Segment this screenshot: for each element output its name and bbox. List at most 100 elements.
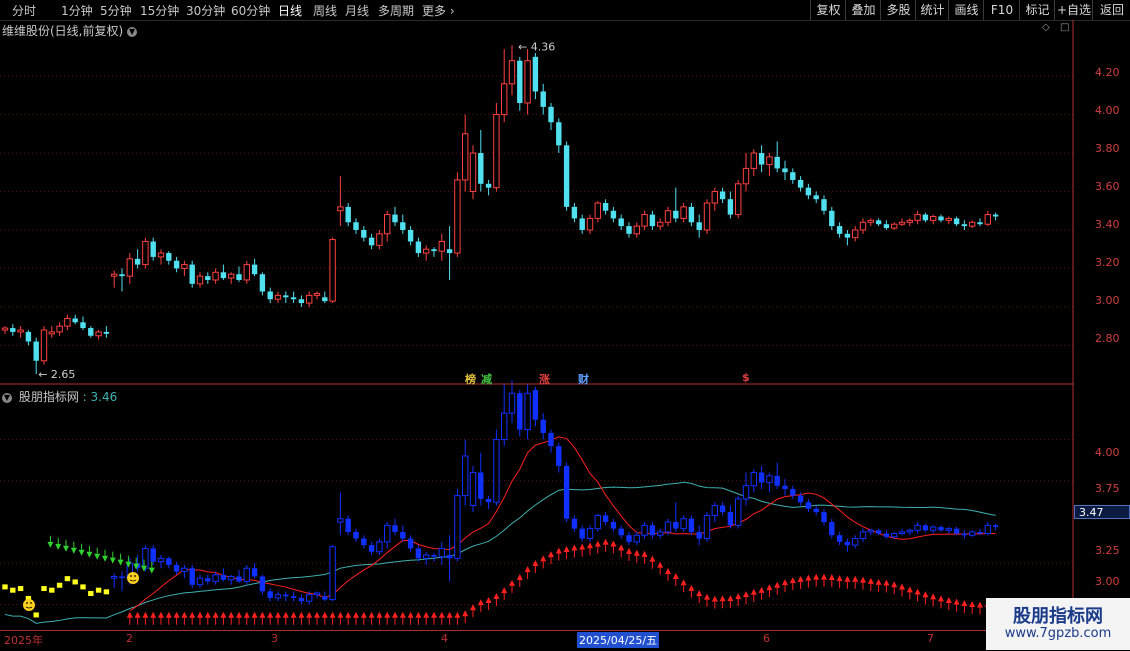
red-arrow — [368, 611, 375, 618]
add-watchlist-button[interactable]: +自选 — [1054, 0, 1093, 20]
ind-body — [423, 554, 430, 559]
red-arrow — [251, 611, 258, 618]
statistics-button[interactable]: 统计 — [915, 0, 949, 20]
marker-dollar[interactable]: $ — [742, 371, 750, 384]
red-arrow — [384, 611, 391, 618]
ind-body — [969, 531, 976, 536]
red-arrow — [969, 600, 976, 607]
ind-body — [571, 518, 578, 529]
ind-body — [586, 528, 594, 540]
candle-body — [571, 206, 578, 219]
ind-body — [368, 545, 375, 552]
candle-body — [602, 203, 609, 211]
multi-stock-button[interactable]: 多股 — [880, 0, 916, 20]
ind-body — [274, 594, 282, 599]
ind-yellow-bar — [103, 589, 110, 595]
ind-body — [673, 522, 679, 529]
ind-body — [345, 518, 351, 532]
candle-body — [977, 222, 983, 225]
red-arrow — [532, 560, 539, 567]
candle-body — [501, 83, 508, 116]
red-arrow — [189, 611, 196, 618]
smiley-icon — [23, 599, 35, 611]
green-arrow — [109, 557, 116, 564]
candle-body — [727, 199, 734, 215]
tab-multi-period[interactable]: 多周期 — [378, 2, 414, 19]
candle-body — [181, 264, 188, 269]
tab-daily[interactable]: 日线 — [278, 2, 302, 19]
red-arrow — [267, 611, 274, 618]
marker-bang[interactable]: 榜 — [465, 371, 476, 387]
candle-body — [641, 214, 648, 227]
candle-body — [906, 219, 913, 223]
tab-30min[interactable]: 30分钟 — [186, 2, 225, 19]
candle-body — [220, 272, 227, 279]
candle-body — [875, 220, 882, 225]
red-arrow — [789, 577, 796, 584]
ind-body — [290, 596, 297, 598]
red-arrow — [735, 593, 742, 600]
candle-body — [368, 237, 375, 246]
candle-body — [508, 60, 516, 85]
candle-body — [805, 187, 812, 196]
tab-5min[interactable]: 5分钟 — [100, 2, 132, 19]
high-price-label: ← 4.36 — [518, 40, 555, 53]
tab-monthly[interactable]: 月线 — [345, 2, 369, 19]
f10-button[interactable]: F10 — [983, 0, 1020, 20]
candle-body — [485, 183, 492, 188]
tab-1min[interactable]: 1分钟 — [61, 2, 93, 19]
candle-body — [259, 274, 266, 292]
candle-body — [48, 331, 55, 335]
ind-body — [376, 541, 383, 553]
red-arrow — [860, 576, 866, 583]
red-arrow — [594, 540, 601, 547]
date-tick: 2025年 — [4, 634, 43, 647]
candle-body — [469, 152, 477, 192]
tab-15min[interactable]: 15分钟 — [140, 2, 179, 19]
ind-body — [922, 525, 929, 531]
back-button[interactable]: 返回 — [1092, 0, 1130, 20]
ind-body — [166, 558, 172, 565]
tab-60min[interactable]: 60分钟 — [231, 2, 270, 19]
red-arrow — [142, 611, 149, 618]
mark-button[interactable]: 标记 — [1019, 0, 1055, 20]
red-arrow — [306, 611, 313, 618]
ind-body — [446, 555, 453, 559]
candle-body — [142, 241, 149, 266]
tab-more[interactable]: 更多 › — [422, 2, 455, 19]
candle-body — [329, 239, 336, 302]
date-tick: 4 — [441, 632, 448, 645]
red-arrow — [438, 611, 445, 618]
candle-body — [859, 221, 867, 231]
tab-fenshi[interactable]: 分时 — [12, 2, 36, 19]
fuquan-button[interactable]: 复权 — [810, 0, 846, 20]
red-arrow — [493, 593, 500, 600]
green-arrow — [94, 553, 101, 560]
overlay-button[interactable]: 叠加 — [845, 0, 881, 20]
candle-body — [274, 294, 282, 300]
kline-chart[interactable]: ← 4.36 ← 2.65 — [0, 20, 1074, 630]
draw-line-button[interactable]: 画线 — [948, 0, 984, 20]
ind-body — [415, 548, 422, 559]
red-arrow — [649, 555, 656, 562]
ind-body — [438, 547, 446, 558]
red-arrow — [431, 611, 437, 618]
date-tick: 2 — [126, 632, 133, 645]
ind-body — [485, 498, 492, 503]
candle-body — [790, 172, 796, 180]
cursor-date: 2025/04/25/五 — [577, 632, 660, 648]
ind-body — [867, 529, 874, 533]
marker-jian[interactable]: 减 — [481, 371, 492, 387]
red-arrow — [867, 577, 874, 584]
candle-body — [290, 297, 297, 300]
indicator-tick: 4.00 — [1095, 446, 1120, 459]
ind-body — [891, 533, 898, 538]
candle-body — [556, 122, 562, 146]
marker-cai[interactable]: 财 — [578, 371, 589, 387]
candle-body — [313, 292, 321, 296]
red-arrow — [938, 595, 944, 602]
candle-body — [337, 206, 344, 212]
tab-weekly[interactable]: 周线 — [313, 2, 337, 19]
marker-zhang[interactable]: 涨 — [539, 371, 550, 387]
ind-body — [844, 541, 851, 546]
